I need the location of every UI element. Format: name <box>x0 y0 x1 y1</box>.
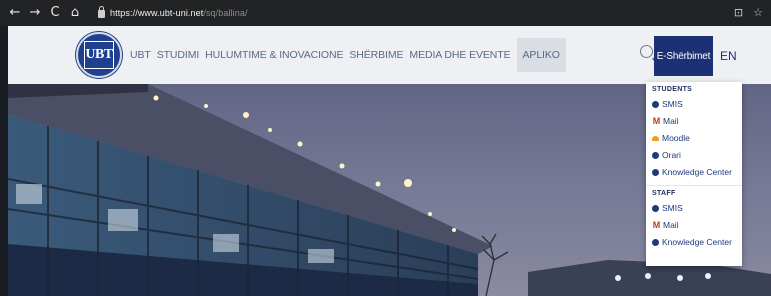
ubt-logo[interactable]: UBT <box>76 32 122 78</box>
link-label: Mail <box>663 116 679 126</box>
link-label: Knowledge Center <box>662 167 732 177</box>
eservices-dropdown: STUDENTS SMIS M Mail Moodle Orari Knowle… <box>646 82 742 266</box>
menu-item-ubt[interactable]: UBT <box>130 49 151 61</box>
staff-heading: STAFF <box>652 190 676 197</box>
main-menu: UBT STUDIMI HULUMTIME & INOVACIONE SHËRB… <box>130 26 572 84</box>
staff-smis-link[interactable]: SMIS <box>646 200 742 217</box>
home-icon[interactable]: ⌂ <box>66 0 84 26</box>
menu-item-apliko[interactable]: APLIKO <box>516 38 566 72</box>
link-label: Mail <box>663 220 679 230</box>
back-icon[interactable]: ← <box>6 0 24 26</box>
reload-icon[interactable]: C <box>46 0 64 26</box>
menu-item-media[interactable]: MEDIA DHE EVENTE <box>409 49 510 61</box>
lock-icon <box>98 6 105 18</box>
browser-nav-buttons: ← → C ⌂ <box>6 0 84 26</box>
menu-item-studimi[interactable]: STUDIMI <box>157 49 200 61</box>
staff-knowledge-center-link[interactable]: Knowledge Center <box>646 234 742 251</box>
link-label: Moodle <box>662 133 690 143</box>
url-host: https://www.ubt-uni.net <box>110 8 204 18</box>
smis-icon <box>652 205 659 212</box>
knowledge-center-icon <box>652 169 659 176</box>
link-label: Orari <box>662 150 681 160</box>
url-path: /sq/ballina/ <box>203 8 248 18</box>
staff-mail-link[interactable]: M Mail <box>646 217 742 234</box>
browser-toolbar: ← → C ⌂ https://www.ubt-uni.net/sq/balli… <box>0 0 771 26</box>
students-knowledge-center-link[interactable]: Knowledge Center <box>646 164 742 181</box>
students-orari-link[interactable]: Orari <box>646 147 742 164</box>
students-smis-link[interactable]: SMIS <box>646 96 742 113</box>
logo-text: UBT <box>84 41 114 69</box>
dropdown-divider <box>646 185 742 186</box>
orari-icon <box>652 152 659 159</box>
forward-icon[interactable]: → <box>26 0 44 26</box>
menu-item-sherbime[interactable]: SHËRBIME <box>349 49 403 61</box>
students-heading: STUDENTS <box>652 86 693 93</box>
search-icon[interactable] <box>640 45 653 58</box>
address-bar[interactable]: https://www.ubt-uni.net/sq/ballina/ <box>110 8 248 18</box>
browser-right-icons: ⊡ ☆ <box>734 0 763 26</box>
menu-item-hulumtime[interactable]: HULUMTIME & INOVACIONE <box>205 49 343 61</box>
students-moodle-link[interactable]: Moodle <box>646 130 742 147</box>
language-switch[interactable]: EN <box>720 40 737 72</box>
extension-icon[interactable]: ⊡ <box>734 0 743 26</box>
link-label: SMIS <box>662 99 683 109</box>
bookmark-star-icon[interactable]: ☆ <box>753 0 763 26</box>
site-header: UBT UBT STUDIMI HULUMTIME & INOVACIONE S… <box>8 26 771 84</box>
gmail-icon: M <box>652 220 661 230</box>
smis-icon <box>652 101 659 108</box>
link-label: SMIS <box>662 203 683 213</box>
moodle-icon <box>652 136 659 141</box>
link-label: Knowledge Center <box>662 237 732 247</box>
knowledge-center-icon <box>652 239 659 246</box>
eservices-button[interactable]: E-Shërbimet <box>654 36 713 76</box>
gmail-icon: M <box>652 116 661 126</box>
students-mail-link[interactable]: M Mail <box>646 113 742 130</box>
